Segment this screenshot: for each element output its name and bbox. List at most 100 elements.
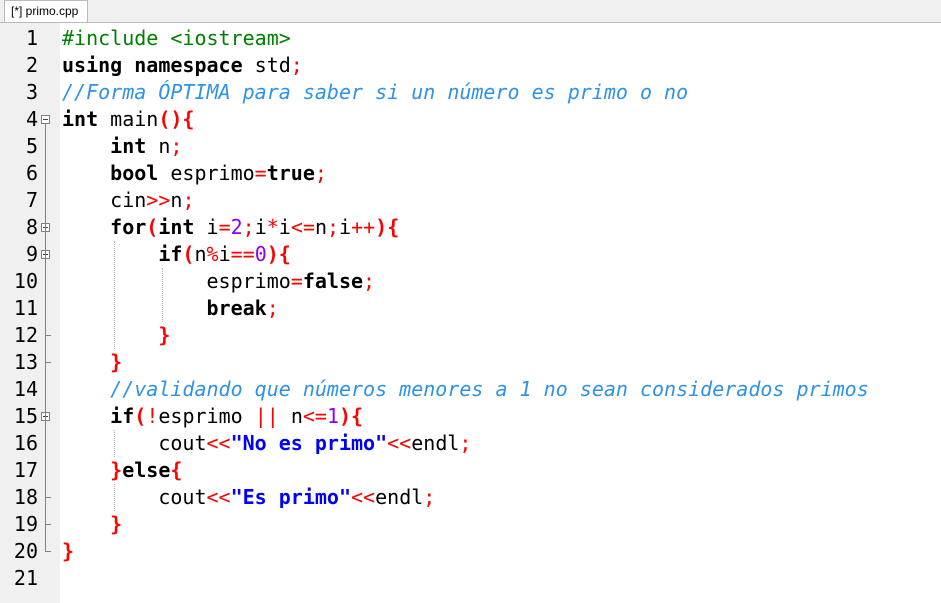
code-line: }else{ bbox=[62, 457, 182, 484]
code-token: (){ bbox=[158, 107, 195, 131]
line-number: 19 bbox=[13, 512, 38, 536]
code-token: ( bbox=[134, 404, 147, 428]
code-token: { bbox=[170, 458, 183, 482]
code-line: } bbox=[62, 511, 122, 538]
code-line: cout<<"No es primo"<<endl; bbox=[62, 430, 471, 457]
line-number: 16 bbox=[13, 431, 38, 455]
code-token: n bbox=[314, 215, 327, 239]
code-token: << bbox=[206, 485, 231, 509]
line-number: 8 bbox=[25, 215, 38, 239]
line-number: 4 bbox=[25, 107, 38, 131]
code-token: ; bbox=[266, 296, 279, 320]
code-line: cin>>n; bbox=[62, 187, 194, 214]
line-number: 2 bbox=[25, 53, 38, 77]
line-number: 18 bbox=[13, 485, 38, 509]
code-token: cout bbox=[62, 431, 207, 455]
code-token: endl bbox=[411, 431, 460, 455]
code-token: ; bbox=[182, 188, 195, 212]
code-token: //Forma ÓPTIMA para saber si un número e… bbox=[62, 80, 689, 104]
code-token: % bbox=[206, 242, 219, 266]
code-token: ){ bbox=[339, 404, 364, 428]
code-token: = bbox=[254, 161, 267, 185]
code-token: 2 bbox=[230, 215, 243, 239]
code-token: if bbox=[158, 242, 183, 266]
code-token: } bbox=[110, 350, 123, 374]
code-editor[interactable]: #include <iostream> using namespace std; /… bbox=[60, 23, 941, 603]
fold-end-marker bbox=[45, 516, 51, 525]
code-token: i bbox=[278, 215, 291, 239]
code-token: using namespace bbox=[62, 53, 243, 77]
code-token: cout bbox=[62, 485, 207, 509]
code-token: << bbox=[387, 431, 412, 455]
code-token: "Es primo" bbox=[230, 485, 352, 509]
code-token: >> bbox=[146, 188, 171, 212]
line-number: 12 bbox=[13, 323, 38, 347]
code-token: <= bbox=[290, 215, 315, 239]
code-token: } bbox=[158, 323, 171, 347]
fold-toggle-icon[interactable] bbox=[41, 115, 50, 124]
code-token: ; bbox=[363, 269, 376, 293]
code-line: break; bbox=[62, 295, 279, 322]
line-number: 20 bbox=[13, 539, 38, 563]
code-token: i bbox=[339, 215, 352, 239]
indent-guide bbox=[114, 241, 116, 349]
code-line: if(n%i==0){ bbox=[62, 241, 291, 268]
code-token: n bbox=[194, 242, 207, 266]
line-number: 10 bbox=[13, 269, 38, 293]
code-token: true bbox=[266, 161, 315, 185]
code-token: ){ bbox=[266, 242, 291, 266]
code-token: ; bbox=[314, 161, 327, 185]
code-token: ( bbox=[146, 215, 159, 239]
code-token: ; bbox=[242, 215, 255, 239]
code-token: else bbox=[122, 458, 171, 482]
code-token: cin bbox=[62, 188, 147, 212]
code-token: } bbox=[110, 458, 123, 482]
indent-guide bbox=[162, 268, 164, 322]
code-token: ){ bbox=[375, 215, 400, 239]
code-line: //Forma ÓPTIMA para saber si un número e… bbox=[62, 79, 688, 106]
code-line: if(!esprimo || n<=1){ bbox=[62, 403, 363, 430]
code-token: ; bbox=[459, 431, 472, 455]
code-line: } bbox=[62, 349, 122, 376]
code-token: 0 bbox=[254, 242, 267, 266]
line-number: 6 bbox=[25, 161, 38, 185]
code-token: ; bbox=[290, 53, 303, 77]
code-line: } bbox=[62, 322, 170, 349]
line-number: 11 bbox=[13, 296, 38, 320]
code-line: using namespace std; bbox=[62, 52, 303, 79]
code-line: cout<<"Es primo"<<endl; bbox=[62, 484, 435, 511]
code-line: #include <iostream> bbox=[62, 25, 291, 52]
code-token: } bbox=[110, 512, 123, 536]
line-number: 5 bbox=[25, 134, 38, 158]
line-number: 1 bbox=[25, 26, 38, 50]
tab-primo-cpp[interactable]: [*] primo.cpp bbox=[4, 0, 88, 22]
code-token: ++ bbox=[351, 215, 376, 239]
line-number-gutter: 1 2 3 4 5 6 7 8 9 10 11 12 13 14 15 16 17 18 19 20 21 bbox=[0, 23, 60, 603]
code-token: << bbox=[206, 431, 231, 455]
code-token: ( bbox=[182, 242, 195, 266]
code-token: ; bbox=[170, 134, 183, 158]
code-line: //validando que números menores a 1 no s… bbox=[62, 376, 869, 403]
line-number: 9 bbox=[25, 242, 38, 266]
code-token: i bbox=[194, 215, 219, 239]
line-number: 14 bbox=[13, 377, 38, 401]
code-token: break bbox=[206, 296, 267, 320]
code-token: || bbox=[254, 404, 279, 428]
code-token: ! bbox=[146, 404, 159, 428]
indent-guide bbox=[114, 430, 116, 457]
code-token: << bbox=[351, 485, 376, 509]
code-line: esprimo=false; bbox=[62, 268, 375, 295]
code-token: endl bbox=[375, 485, 424, 509]
code-token: //validando que números menores a 1 no s… bbox=[110, 377, 869, 401]
line-number: 7 bbox=[25, 188, 38, 212]
code-token: * bbox=[266, 215, 279, 239]
code-token: } bbox=[62, 539, 75, 563]
line-number: 13 bbox=[13, 350, 38, 374]
